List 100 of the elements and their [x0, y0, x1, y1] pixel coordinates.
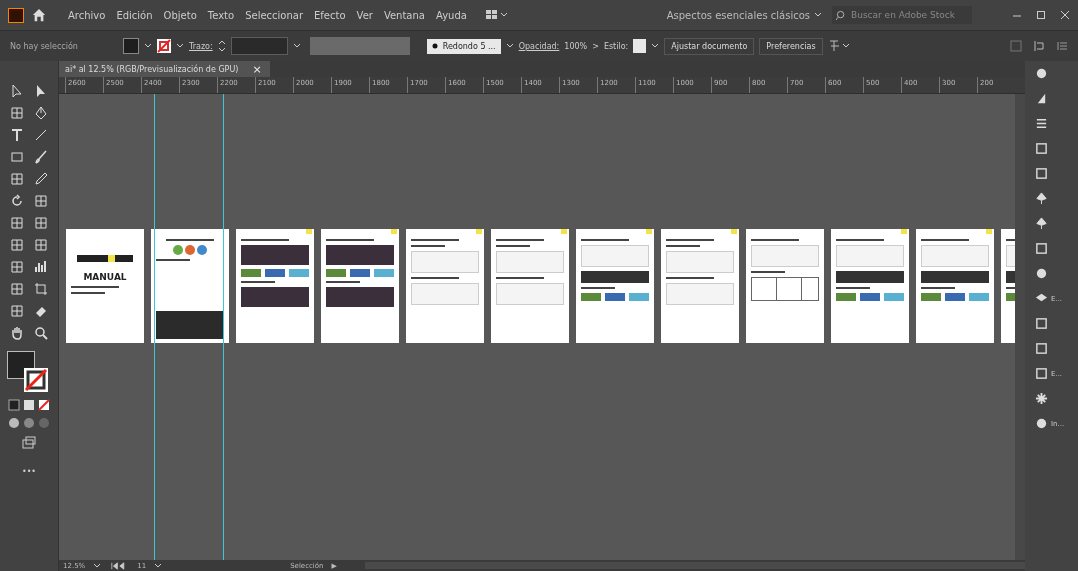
style-swatch[interactable]: [633, 39, 647, 53]
draw-mode-icon[interactable]: [8, 417, 50, 429]
screenshot-placeholder: [156, 311, 224, 339]
brush-dropdown[interactable]: Redondo 5 ...: [426, 38, 501, 54]
stepper-icon[interactable]: [217, 40, 226, 52]
corner-tab-drawing: [476, 229, 482, 234]
artboard[interactable]: [491, 229, 569, 343]
text-line-drawing: [666, 245, 700, 247]
stroke-weight-field[interactable]: [230, 37, 288, 55]
fill-stroke-drawing[interactable]: [7, 351, 51, 393]
fill-swatch[interactable]: [123, 38, 139, 54]
artboard[interactable]: [236, 229, 314, 343]
text-line-drawing: [666, 277, 714, 279]
brush-tool-icon[interactable]: [33, 149, 49, 165]
photo-placeholder: [241, 245, 309, 265]
menu-item[interactable]: Objeto: [163, 9, 197, 21]
vertical-scrollbar[interactable]: [1015, 94, 1025, 560]
corner-tab-drawing: [901, 229, 907, 234]
align-icon[interactable]: [827, 39, 852, 53]
text-line-drawing: [496, 239, 544, 241]
circle-icon[interactable]: [1035, 267, 1048, 280]
layout-icon[interactable]: [485, 10, 508, 20]
form-drawing: [496, 251, 564, 273]
artboard-tool-icon[interactable]: [33, 281, 49, 297]
screen-mode-icon[interactable]: [21, 435, 37, 451]
menu-item[interactable]: Ayuda: [435, 9, 467, 21]
rect-tool-icon[interactable]: [9, 149, 25, 165]
thumbnail-strip-drawing: [581, 271, 649, 283]
chevron-icon[interactable]: [814, 11, 822, 19]
menu-item[interactable]: Efecto: [314, 9, 346, 21]
zoom-tool-icon[interactable]: [33, 325, 49, 341]
corner-tab-drawing: [306, 229, 312, 234]
chevron-icon[interactable]: [154, 561, 163, 570]
color-mode-icon[interactable]: [8, 399, 50, 411]
hand-tool-icon[interactable]: [9, 325, 25, 341]
artboard[interactable]: MANUAL: [66, 229, 144, 343]
chevron-icon[interactable]: [292, 42, 301, 50]
artboard[interactable]: [916, 229, 994, 343]
stroke-swatch[interactable]: [157, 39, 171, 53]
line-tool-icon[interactable]: [33, 127, 49, 143]
form-drawing: [411, 251, 479, 273]
stroke-label[interactable]: Trazo:: [189, 41, 213, 51]
circles-drawing: [173, 245, 207, 255]
corner-tab-drawing: [561, 229, 567, 234]
artboard[interactable]: [576, 229, 654, 343]
workspace-dropdown[interactable]: Aspectos esenciales clásicos: [666, 9, 810, 21]
variable-width-field[interactable]: [309, 37, 410, 55]
rotate-tool-icon[interactable]: [9, 193, 25, 209]
spade-icon[interactable]: [1035, 192, 1048, 205]
photo-placeholder: [326, 287, 394, 307]
toolbar-button[interactable]: Preferencias: [759, 37, 823, 55]
rect-icon[interactable]: [1035, 242, 1048, 255]
type-tool-icon[interactable]: [9, 127, 25, 143]
text-line-drawing: [241, 239, 289, 241]
select-tool-icon[interactable]: [9, 83, 25, 99]
chevron-icon[interactable]: [505, 42, 514, 50]
text-line-drawing: [411, 277, 459, 279]
home-icon[interactable]: [32, 8, 46, 22]
menu-item[interactable]: Archivo: [68, 9, 106, 21]
text-line-drawing: [166, 239, 214, 241]
text-line-drawing: [156, 259, 190, 261]
triangle-icon[interactable]: [1035, 92, 1048, 105]
text-line-drawing: [921, 287, 955, 289]
menu-item[interactable]: Texto: [207, 9, 235, 21]
more-tools-button[interactable]: •••: [21, 467, 37, 476]
opacity-value[interactable]: 100%: [564, 41, 588, 51]
artboard[interactable]: [661, 229, 739, 343]
form-drawing: [666, 251, 734, 273]
close-tab-button[interactable]: ×: [252, 62, 262, 76]
text-line-drawing: [666, 239, 714, 241]
chevron-icon[interactable]: [176, 42, 184, 50]
thumbnail-strip-drawing: [836, 293, 904, 301]
thumbnail-strip-drawing: [921, 293, 989, 301]
chevron-icon[interactable]: [93, 561, 102, 570]
text-line-drawing: [326, 281, 360, 283]
square-icon[interactable]: [1035, 317, 1048, 330]
menu-item[interactable]: Seleccionar: [245, 9, 304, 21]
arrange-icon[interactable]: [1033, 40, 1045, 52]
chevron-icon[interactable]: [651, 42, 660, 50]
chart-tool-icon[interactable]: [33, 259, 49, 275]
menu-item[interactable]: Edición: [116, 9, 153, 21]
opacity-label[interactable]: Opacidad:: [518, 41, 560, 51]
toolbar-button[interactable]: Ajustar documento: [664, 37, 755, 55]
artboard[interactable]: [831, 229, 909, 343]
artboard[interactable]: [321, 229, 399, 343]
bars-icon[interactable]: [1035, 117, 1048, 130]
maximize-icon[interactable]: [1036, 10, 1046, 20]
menu-item[interactable]: Ver: [356, 9, 373, 21]
thumbnail-strip-drawing: [326, 269, 394, 277]
pen-tool-icon[interactable]: [33, 105, 49, 121]
menu-item[interactable]: Ventana: [383, 9, 425, 21]
text-line-drawing: [71, 286, 119, 288]
close-icon[interactable]: [1060, 10, 1070, 20]
search-field[interactable]: Buscar en Adobe Stock: [832, 6, 972, 24]
more-button[interactable]: >: [592, 41, 599, 51]
document-tab[interactable]: ai* al 12.5% (RGB/Previsualización de GPU) ×: [59, 61, 270, 77]
artboard[interactable]: [406, 229, 484, 343]
pencil-tool-icon[interactable]: [33, 171, 49, 187]
chevron-icon[interactable]: [144, 42, 152, 50]
artboard[interactable]: [151, 229, 229, 343]
